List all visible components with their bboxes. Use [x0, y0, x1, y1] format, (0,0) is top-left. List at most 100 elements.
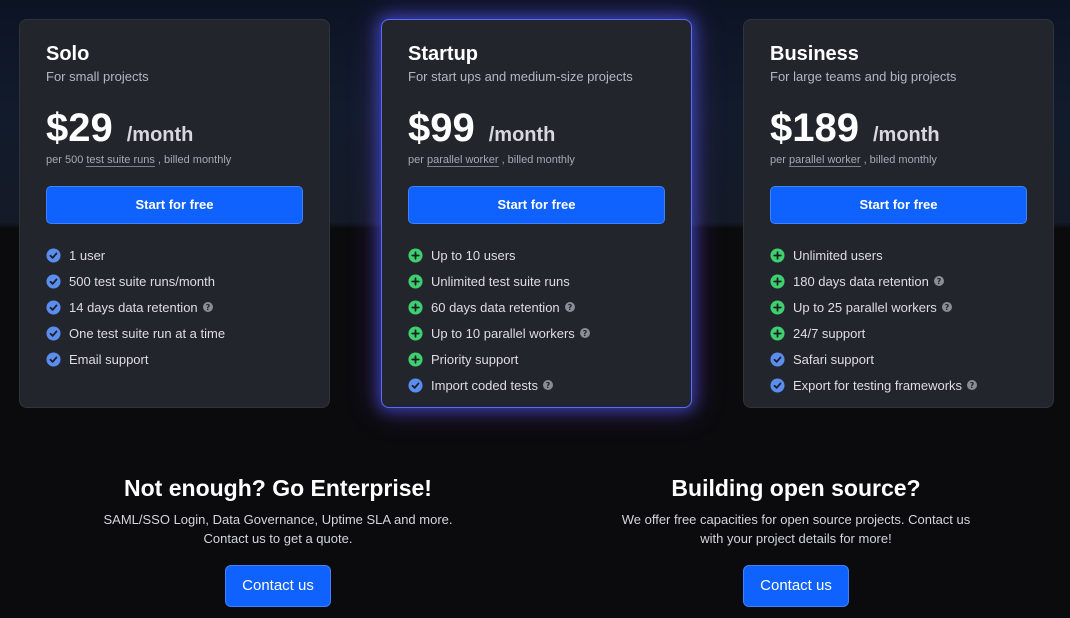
feature-item: 180 days data retention? [770, 268, 1027, 294]
plan-subtitle: For start ups and medium-size projects [408, 69, 633, 84]
plus-circle-icon [408, 273, 423, 289]
enterprise-title: Not enough? Go Enterprise! [124, 475, 432, 501]
help-icon[interactable]: ? [202, 302, 213, 312]
svg-text:?: ? [582, 329, 587, 338]
contact-us-button[interactable]: Contact us [743, 565, 849, 607]
plus-circle-icon [408, 325, 423, 341]
open-source-section: Building open source? We offer free capa… [586, 470, 1006, 607]
enterprise-line-1: SAML/SSO Login, Data Governance, Uptime … [103, 512, 453, 527]
plus-circle-icon [408, 299, 423, 315]
plan-period: /month [126, 124, 194, 146]
check-circle-icon [46, 299, 61, 315]
plan-card-business: Business For large teams and big project… [743, 19, 1054, 408]
start-for-free-button[interactable]: Start for free [770, 186, 1027, 224]
feature-item: Priority support [408, 346, 665, 372]
feature-item: One test suite run at a time [46, 320, 303, 346]
plus-circle-icon [770, 273, 785, 289]
feature-label: Email support [69, 351, 149, 367]
feature-label: One test suite run at a time [69, 325, 226, 341]
svg-text:?: ? [205, 303, 210, 312]
billing-link[interactable]: parallel worker [426, 154, 499, 167]
start-for-free-button[interactable]: Start for free [46, 186, 303, 224]
plan-price: $189 [770, 106, 859, 150]
billing-note: per parallel worker , billed monthly [408, 152, 665, 168]
plan-period: /month [488, 124, 556, 146]
plan-card-solo: Solo For small projects $29 /month per 5… [19, 19, 330, 408]
feature-label: 180 days data retention [793, 273, 929, 289]
open-source-line-2: with your project details for more! [700, 531, 892, 546]
svg-text:?: ? [567, 303, 572, 312]
feature-label: 60 days data retention [431, 299, 560, 315]
feature-item: Unlimited test suite runs [408, 268, 665, 294]
billing-suffix: , billed monthly [501, 154, 575, 166]
plan-title: Business [770, 43, 859, 65]
help-icon[interactable]: ? [933, 276, 944, 286]
feature-item: 24/7 support [770, 320, 1027, 346]
feature-label: Up to 25 parallel workers [793, 299, 937, 315]
plan-title: Startup [408, 43, 478, 65]
feature-label: 1 user [69, 247, 106, 263]
billing-prefix: per [770, 154, 786, 166]
feature-label: Export for testing frameworks [793, 377, 963, 393]
plus-circle-icon [770, 299, 785, 315]
plan-card-startup: Startup For start ups and medium-size pr… [381, 19, 692, 408]
feature-item: Up to 10 parallel workers? [408, 320, 665, 346]
feature-item: 14 days data retention? [46, 294, 303, 320]
plan-period: /month [872, 124, 940, 146]
plan-subtitle: For small projects [46, 69, 149, 84]
svg-text:?: ? [944, 303, 949, 312]
help-icon[interactable]: ? [564, 302, 575, 312]
pricing-cards: Solo For small projects $29 /month per 5… [0, 0, 1070, 420]
check-circle-icon [46, 247, 61, 263]
help-icon[interactable]: ? [941, 302, 952, 312]
feature-label: Priority support [431, 351, 519, 367]
feature-label: Unlimited test suite runs [431, 273, 570, 289]
feature-item: Up to 25 parallel workers? [770, 294, 1027, 320]
feature-label: 24/7 support [793, 325, 866, 341]
feature-item: Unlimited users [770, 242, 1027, 268]
feature-label: Safari support [793, 351, 874, 367]
feature-list: 1 user 500 test suite runs/month 14 days d… [46, 242, 303, 372]
check-circle-icon [46, 273, 61, 289]
feature-label: 14 days data retention [69, 299, 198, 315]
help-icon[interactable]: ? [967, 380, 978, 390]
start-for-free-button[interactable]: Start for free [408, 186, 665, 224]
svg-text:?: ? [546, 381, 551, 390]
enterprise-description: SAML/SSO Login, Data Governance, Uptime … [68, 510, 488, 548]
plus-circle-icon [770, 325, 785, 341]
plan-subtitle: For large teams and big projects [770, 69, 957, 84]
svg-text:?: ? [970, 381, 975, 390]
billing-link[interactable]: parallel worker [788, 154, 861, 167]
price-row: $29 /month [46, 105, 303, 151]
billing-link[interactable]: test suite runs [86, 154, 155, 167]
billing-prefix: per [408, 154, 424, 166]
price-row: $99 /month [408, 105, 665, 151]
open-source-line-1: We offer free capacities for open source… [621, 512, 971, 527]
feature-label: Import coded tests [431, 377, 538, 393]
check-circle-icon [46, 351, 61, 367]
feature-list: Unlimited users 180 days data retention? U… [770, 242, 1027, 398]
plus-circle-icon [770, 247, 785, 263]
feature-label: Up to 10 users [431, 247, 516, 263]
check-circle-icon [46, 325, 61, 341]
feature-item: Import coded tests? [408, 372, 665, 398]
billing-note: per parallel worker , billed monthly [770, 152, 1027, 168]
check-circle-icon [770, 351, 785, 367]
billing-suffix: , billed monthly [157, 154, 232, 166]
feature-item: Email support [46, 346, 303, 372]
svg-text:?: ? [937, 277, 942, 286]
enterprise-line-2: Contact us to get a quote. [203, 531, 353, 546]
help-icon[interactable]: ? [542, 380, 553, 390]
feature-item: 1 user [46, 242, 303, 268]
enterprise-section: Not enough? Go Enterprise! SAML/SSO Logi… [68, 470, 488, 607]
plus-circle-icon [408, 351, 423, 367]
contact-us-button[interactable]: Contact us [225, 565, 331, 607]
help-icon[interactable]: ? [579, 328, 590, 338]
feature-label: Up to 10 parallel workers [431, 325, 575, 341]
open-source-title: Building open source? [671, 475, 921, 501]
feature-item: Export for testing frameworks? [770, 372, 1027, 398]
plus-circle-icon [408, 247, 423, 263]
plan-price: $29 [46, 106, 113, 150]
billing-suffix: , billed monthly [863, 154, 937, 166]
feature-item: 60 days data retention? [408, 294, 665, 320]
